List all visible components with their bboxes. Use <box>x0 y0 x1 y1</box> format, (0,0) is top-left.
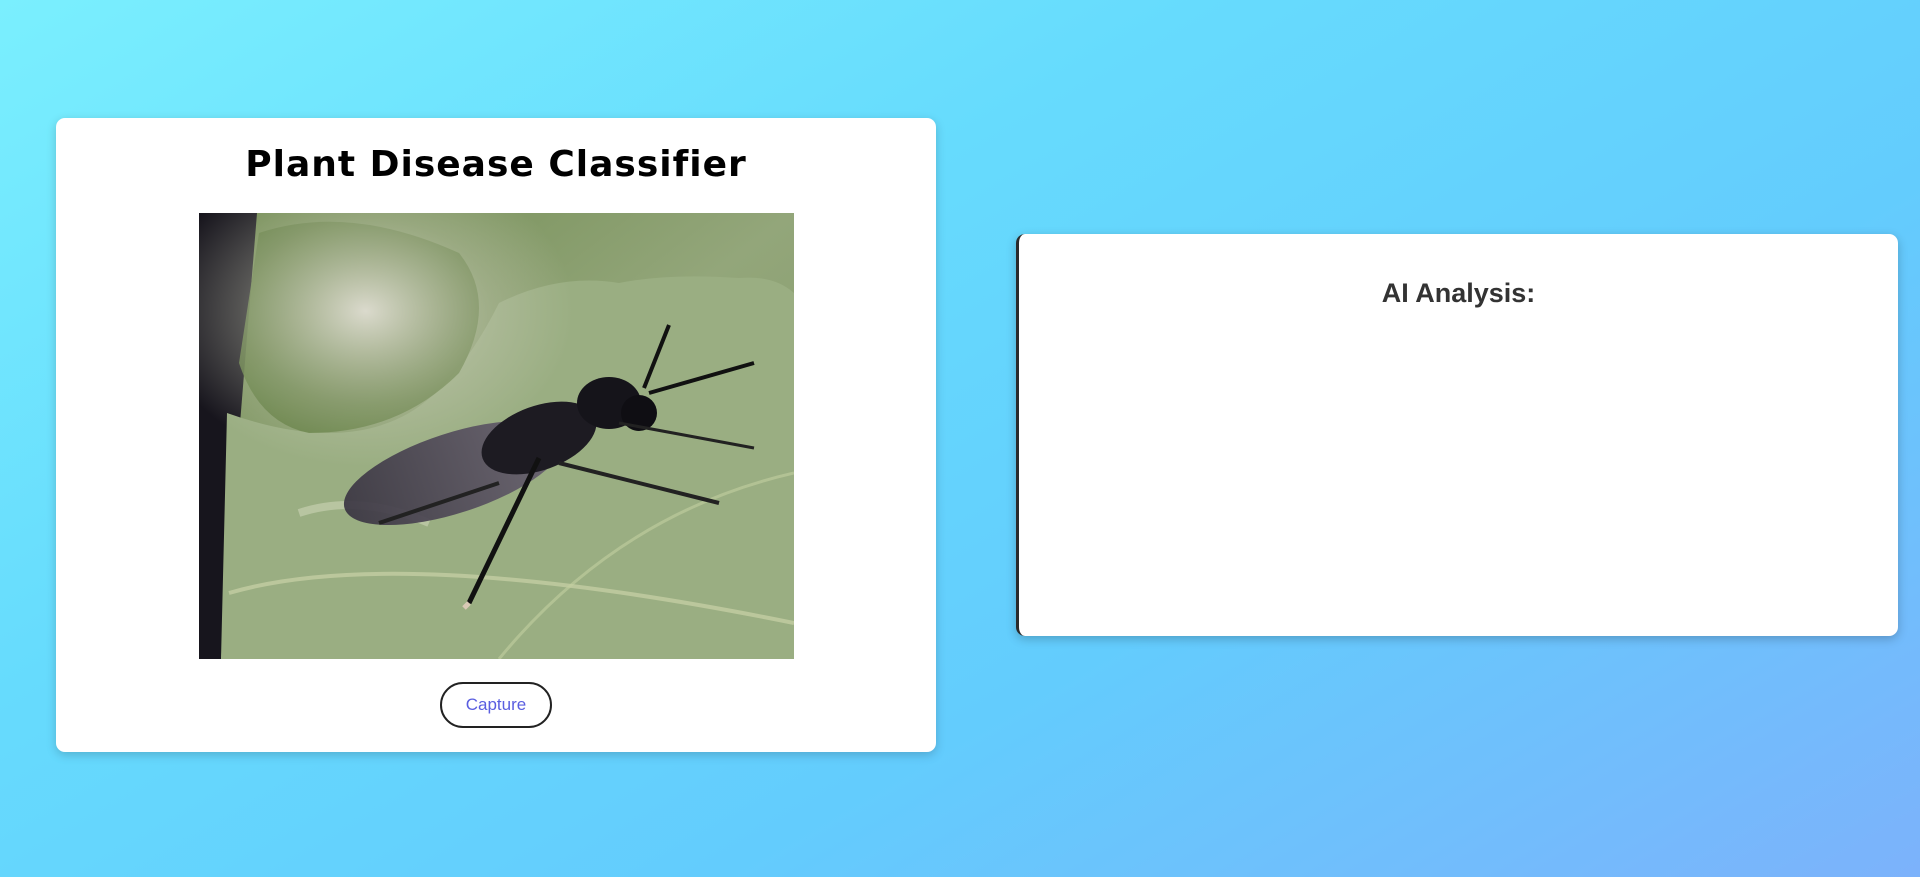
page-title: Plant Disease Classifier <box>245 144 747 185</box>
capture-button[interactable]: Capture <box>440 682 552 728</box>
camera-image <box>199 213 794 659</box>
analysis-card: AI Analysis: <box>1016 234 1898 636</box>
analysis-heading: AI Analysis: <box>1381 278 1536 308</box>
analysis-result <box>1059 344 1858 606</box>
classifier-card: Plant Disease Classifier Capture <box>56 118 936 752</box>
camera-preview <box>199 213 794 659</box>
